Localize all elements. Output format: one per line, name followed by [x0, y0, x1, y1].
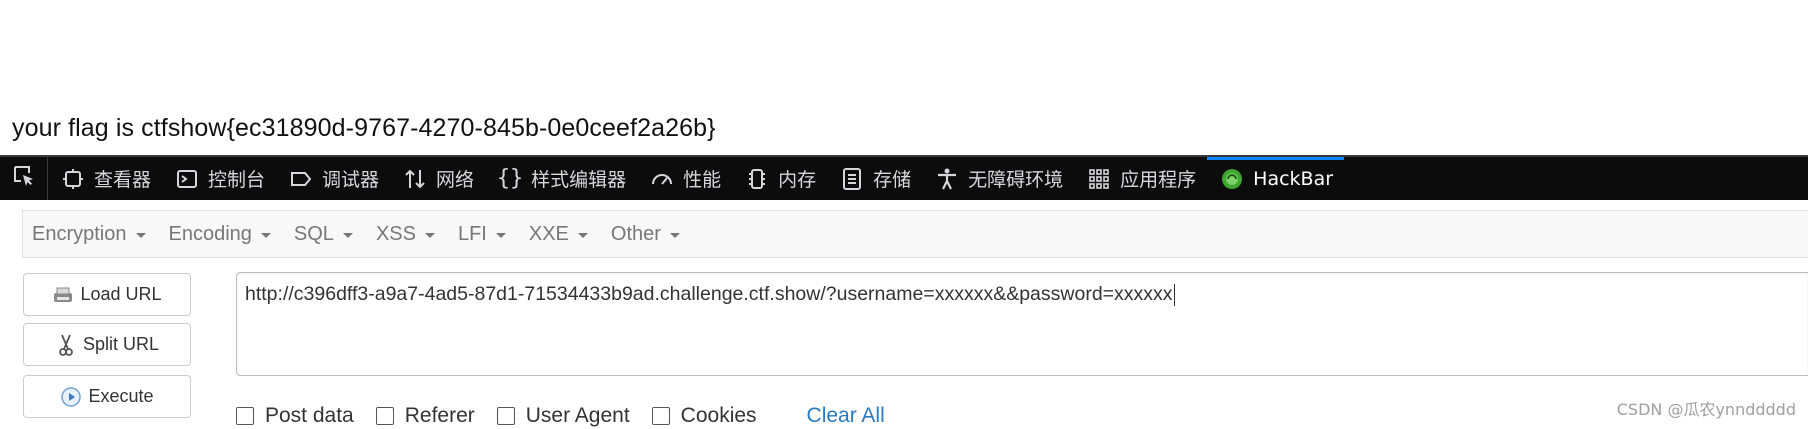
menu-other-label: Other: [610, 222, 661, 245]
user-agent-option[interactable]: User Agent: [496, 404, 630, 428]
menu-sql-label: SQL: [293, 222, 334, 245]
cookies-label: Cookies: [680, 404, 757, 427]
tab-application[interactable]: 应用程序: [1074, 157, 1207, 200]
tab-network[interactable]: 网络: [390, 157, 485, 200]
caret-down-icon: [260, 233, 271, 238]
caret-down-icon: [495, 233, 506, 238]
tab-memory[interactable]: 内存: [732, 157, 827, 200]
tab-style-editor-label: 样式编辑器: [531, 169, 627, 191]
post-data-label: Post data: [265, 404, 354, 427]
flag-text: your flag is ctfshow{ec31890d-9767-4270-…: [12, 114, 716, 142]
tab-storage[interactable]: 存储: [827, 157, 922, 200]
menu-xxe-label: XXE: [528, 222, 569, 245]
network-icon: [402, 166, 428, 192]
menu-encoding-label: Encoding: [168, 222, 252, 245]
caret-down-icon: [135, 233, 146, 238]
post-data-option[interactable]: Post data: [236, 404, 354, 428]
post-data-checkbox[interactable]: [236, 407, 254, 425]
menu-other[interactable]: Other: [602, 211, 688, 257]
caret-down-icon: [577, 233, 588, 238]
load-url-label: Load URL: [80, 284, 162, 304]
user-agent-label: User Agent: [525, 404, 630, 427]
menu-xxe[interactable]: XXE: [520, 211, 596, 257]
execute-button[interactable]: Execute: [23, 375, 191, 418]
menu-encryption[interactable]: Encryption: [23, 211, 154, 257]
tab-style-editor[interactable]: {} 样式编辑器: [485, 157, 637, 200]
tab-console[interactable]: 控制台: [162, 157, 276, 200]
watermark: CSDN @瓜农ynnddddd: [1616, 400, 1796, 419]
menu-lfi-label: LFI: [457, 222, 487, 245]
load-url-button[interactable]: Load URL: [23, 273, 191, 316]
menu-xss-label: XSS: [375, 222, 416, 245]
devtools-toolbar: 查看器 控制台 调试器 网络 {} 样式编辑器 性能 内存 存储 无障碍环境 应…: [0, 155, 1808, 200]
tab-hackbar[interactable]: HackBar: [1207, 157, 1345, 200]
url-text: http://c396dff3-a9a7-4ad5-87d1-71534433b…: [245, 283, 1173, 305]
debugger-icon: [288, 166, 314, 192]
scissors-icon: [55, 334, 77, 356]
tab-hackbar-label: HackBar: [1253, 167, 1334, 190]
tab-debugger[interactable]: 调试器: [276, 157, 390, 200]
caret-down-icon: [342, 233, 353, 238]
menu-encoding[interactable]: Encoding: [160, 211, 279, 257]
split-url-label: Split URL: [82, 334, 160, 354]
tab-inspector-label: 查看器: [94, 169, 152, 191]
referer-checkbox[interactable]: [375, 407, 394, 425]
cookies-checkbox[interactable]: [651, 407, 670, 425]
accessibility-icon: [934, 166, 960, 192]
split-url-button[interactable]: Split URL: [23, 323, 191, 366]
menu-xss[interactable]: XSS: [367, 211, 443, 257]
tab-performance-label: 性能: [683, 169, 722, 191]
tab-storage-label: 存储: [873, 169, 912, 191]
hackbar-panel: Encryption Encoding SQL XSS LFI XXE Othe…: [0, 200, 1808, 429]
request-options: Post data Referer User Agent Cookies Cle…: [236, 403, 885, 429]
storage-icon: [839, 166, 865, 192]
tab-debugger-label: 调试器: [322, 169, 380, 191]
text-cursor: [1173, 283, 1175, 306]
caret-down-icon: [424, 233, 435, 238]
clear-all-link[interactable]: Clear All: [807, 404, 885, 428]
application-icon: [1086, 166, 1112, 192]
menu-sql[interactable]: SQL: [285, 211, 361, 257]
hackbar-menu-bar: Encryption Encoding SQL XSS LFI XXE Othe…: [22, 210, 1808, 258]
console-icon: [174, 166, 200, 192]
tab-memory-label: 内存: [778, 169, 817, 191]
referer-label: Referer: [404, 404, 475, 427]
user-agent-checkbox[interactable]: [496, 407, 515, 425]
memory-icon: [744, 166, 770, 192]
tab-network-label: 网络: [436, 169, 475, 191]
tab-accessibility[interactable]: 无障碍环境: [922, 157, 1074, 200]
url-textarea[interactable]: http://c396dff3-a9a7-4ad5-87d1-71534433b…: [236, 272, 1808, 376]
play-icon: [60, 386, 82, 408]
referer-option[interactable]: Referer: [375, 404, 475, 428]
performance-icon: [649, 166, 675, 192]
inspector-icon: [60, 166, 86, 192]
menu-lfi[interactable]: LFI: [449, 211, 514, 257]
menu-encryption-label: Encryption: [32, 222, 127, 245]
caret-down-icon: [669, 233, 680, 238]
tab-application-label: 应用程序: [1120, 169, 1197, 191]
load-url-icon: [52, 284, 74, 306]
style-editor-icon: {}: [496, 166, 524, 191]
tab-inspector[interactable]: 查看器: [48, 157, 162, 200]
page-content: your flag is ctfshow{ec31890d-9767-4270-…: [0, 0, 1808, 155]
tab-performance[interactable]: 性能: [637, 157, 732, 200]
cookies-option[interactable]: Cookies: [651, 404, 757, 428]
element-picker-icon: [12, 164, 36, 193]
execute-label: Execute: [88, 386, 154, 406]
tab-accessibility-label: 无障碍环境: [968, 169, 1064, 191]
tab-console-label: 控制台: [208, 169, 266, 191]
element-picker-button[interactable]: [0, 157, 48, 200]
hackbar-icon: [1219, 166, 1245, 192]
